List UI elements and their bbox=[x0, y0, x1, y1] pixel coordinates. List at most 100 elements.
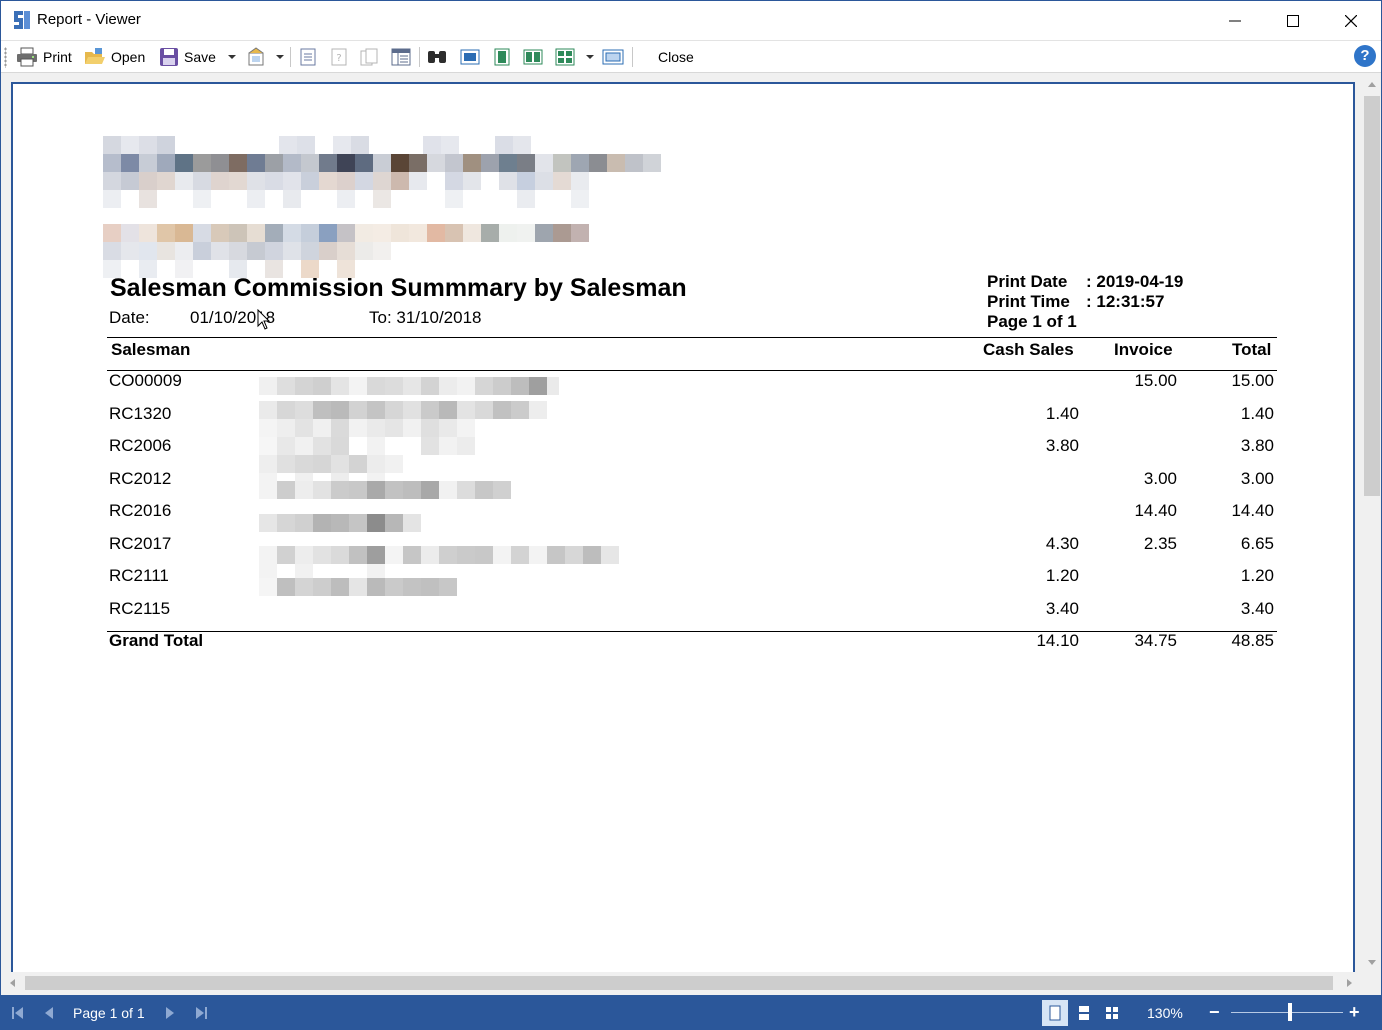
printer-icon bbox=[17, 47, 37, 67]
view-multiple-pages-button[interactable] bbox=[555, 46, 575, 68]
toolbar: Print Open Save ? Close ? bbox=[1, 40, 1381, 73]
row-cash-sales: 4.30 bbox=[1045, 534, 1079, 553]
row-total: 6.65 bbox=[1240, 534, 1274, 553]
horizontal-scroll-thumb[interactable] bbox=[25, 976, 1333, 990]
maximize-icon bbox=[1287, 14, 1299, 27]
report-content: Salesman Commission Summmary by Salesman… bbox=[13, 84, 1353, 972]
row-cash-sales: 1.40 bbox=[1045, 404, 1079, 423]
view-continuous-button[interactable] bbox=[492, 46, 512, 68]
thumbnails-button[interactable] bbox=[359, 46, 379, 68]
previous-page-button[interactable] bbox=[43, 995, 55, 1030]
two-pages-icon bbox=[523, 49, 543, 65]
print-label: Print bbox=[43, 49, 72, 65]
table-layout-icon bbox=[391, 48, 411, 66]
close-report-button[interactable]: Close bbox=[658, 46, 694, 68]
continuous-page-icon bbox=[494, 48, 510, 66]
grand-total-invoice: 34.75 bbox=[1134, 631, 1177, 650]
row-salesman-code: RC1320 bbox=[109, 404, 172, 423]
last-page-button[interactable] bbox=[194, 995, 208, 1030]
first-page-button[interactable] bbox=[11, 995, 25, 1030]
row-salesman-code: RC2006 bbox=[109, 436, 172, 455]
save-dropdown-caret[interactable] bbox=[228, 55, 236, 59]
maximize-button[interactable] bbox=[1264, 1, 1322, 40]
save-button[interactable]: Save bbox=[159, 46, 216, 68]
vertical-scroll-thumb[interactable] bbox=[1364, 96, 1380, 496]
document-list-icon bbox=[300, 48, 316, 66]
editor-button[interactable] bbox=[391, 46, 411, 68]
floppy-disk-icon bbox=[160, 48, 178, 66]
help-button[interactable]: ? bbox=[1354, 45, 1376, 67]
row-invoice: 3.00 bbox=[1143, 469, 1177, 488]
single-page-view-icon bbox=[1049, 1005, 1061, 1021]
row-cash-sales: 1.20 bbox=[1045, 566, 1079, 585]
zoom-slider-thumb[interactable] bbox=[1288, 1003, 1292, 1021]
grand-total-total: 48.85 bbox=[1231, 631, 1274, 650]
document-question-icon: ? bbox=[331, 48, 347, 66]
row-cash-sales: 3.80 bbox=[1045, 436, 1079, 455]
row-salesman-code: RC2115 bbox=[109, 599, 171, 618]
full-screen-button[interactable] bbox=[602, 46, 624, 68]
parameters-button[interactable]: ? bbox=[329, 46, 349, 68]
scroll-up-arrow-icon[interactable] bbox=[1368, 82, 1376, 87]
redacted-salesman-names bbox=[259, 377, 619, 596]
row-salesman-code: RC2012 bbox=[109, 469, 172, 488]
folder-open-icon bbox=[85, 48, 105, 64]
grand-total-label: Grand Total bbox=[109, 631, 204, 650]
continuous-view-button[interactable] bbox=[1071, 1000, 1097, 1026]
row-total: 1.40 bbox=[1240, 404, 1274, 423]
print-date-label: Print Date bbox=[987, 272, 1068, 291]
row-total: 1.20 bbox=[1240, 566, 1274, 585]
svg-text:?: ? bbox=[336, 53, 341, 64]
page-info: Page 1 of 1 bbox=[987, 312, 1077, 331]
column-header-salesman: Salesman bbox=[111, 340, 191, 359]
date-to: To: 31/10/2018 bbox=[369, 308, 482, 327]
single-page-view-button[interactable] bbox=[1042, 1000, 1068, 1026]
report-viewport[interactable]: Salesman Commission Summmary by Salesman… bbox=[1, 74, 1363, 972]
close-label: Close bbox=[658, 49, 694, 65]
toolbar-separator bbox=[419, 47, 420, 67]
scroll-right-arrow-icon[interactable] bbox=[1347, 979, 1352, 987]
toolbar-separator bbox=[290, 47, 291, 67]
row-invoice: 2.35 bbox=[1143, 534, 1177, 553]
scroll-left-arrow-icon[interactable] bbox=[10, 979, 15, 987]
send-dropdown-caret[interactable] bbox=[276, 55, 284, 59]
zoom-out-button[interactable]: − bbox=[1209, 995, 1220, 1030]
zoom-slider-track[interactable] bbox=[1231, 1012, 1343, 1013]
vertical-scrollbar[interactable] bbox=[1363, 74, 1381, 972]
print-button[interactable]: Print bbox=[16, 46, 72, 68]
zoom-level: 130% bbox=[1147, 1004, 1183, 1021]
print-time-value: : 12:31:57 bbox=[1086, 292, 1165, 311]
report-viewer-window: Report - Viewer Print Open Save ? Close … bbox=[0, 0, 1382, 1030]
open-label: Open bbox=[111, 49, 146, 65]
minimize-button[interactable] bbox=[1206, 1, 1264, 40]
bookmarks-button[interactable] bbox=[298, 46, 318, 68]
view-mode-dropdown-caret[interactable] bbox=[586, 55, 594, 59]
close-icon bbox=[1345, 14, 1357, 27]
toolbar-separator bbox=[632, 47, 633, 67]
find-button[interactable] bbox=[426, 46, 448, 68]
send-button[interactable] bbox=[246, 46, 268, 68]
next-page-button[interactable] bbox=[164, 995, 176, 1030]
print-date-value: : 2019-04-19 bbox=[1086, 272, 1184, 291]
scroll-down-arrow-icon[interactable] bbox=[1368, 960, 1376, 965]
horizontal-scrollbar[interactable] bbox=[1, 972, 1363, 994]
next-page-icon bbox=[166, 1006, 174, 1019]
report-title: Salesman Commission Summmary by Salesman bbox=[110, 274, 687, 302]
zoom-in-button[interactable]: + bbox=[1349, 995, 1360, 1030]
open-button[interactable]: Open bbox=[84, 46, 145, 68]
binoculars-icon bbox=[428, 51, 446, 63]
row-total: 14.40 bbox=[1231, 501, 1274, 520]
view-two-pages-button[interactable] bbox=[523, 46, 543, 68]
previous-page-icon bbox=[45, 1006, 53, 1019]
multi-page-view-button[interactable] bbox=[1099, 1000, 1125, 1026]
row-salesman-code: RC2111 bbox=[109, 566, 169, 585]
title-bar: Report - Viewer bbox=[1, 1, 1381, 40]
copy-pages-icon bbox=[360, 48, 378, 66]
row-total: 3.40 bbox=[1240, 599, 1274, 618]
status-bar: Page 1 of 1 130% − + bbox=[1, 995, 1381, 1030]
view-single-page-button[interactable] bbox=[460, 46, 480, 68]
toolbar-grip[interactable] bbox=[4, 47, 7, 68]
window-title: Report - Viewer bbox=[37, 11, 141, 28]
row-salesman-code: CO00009 bbox=[109, 371, 182, 390]
close-window-button[interactable] bbox=[1322, 1, 1380, 40]
